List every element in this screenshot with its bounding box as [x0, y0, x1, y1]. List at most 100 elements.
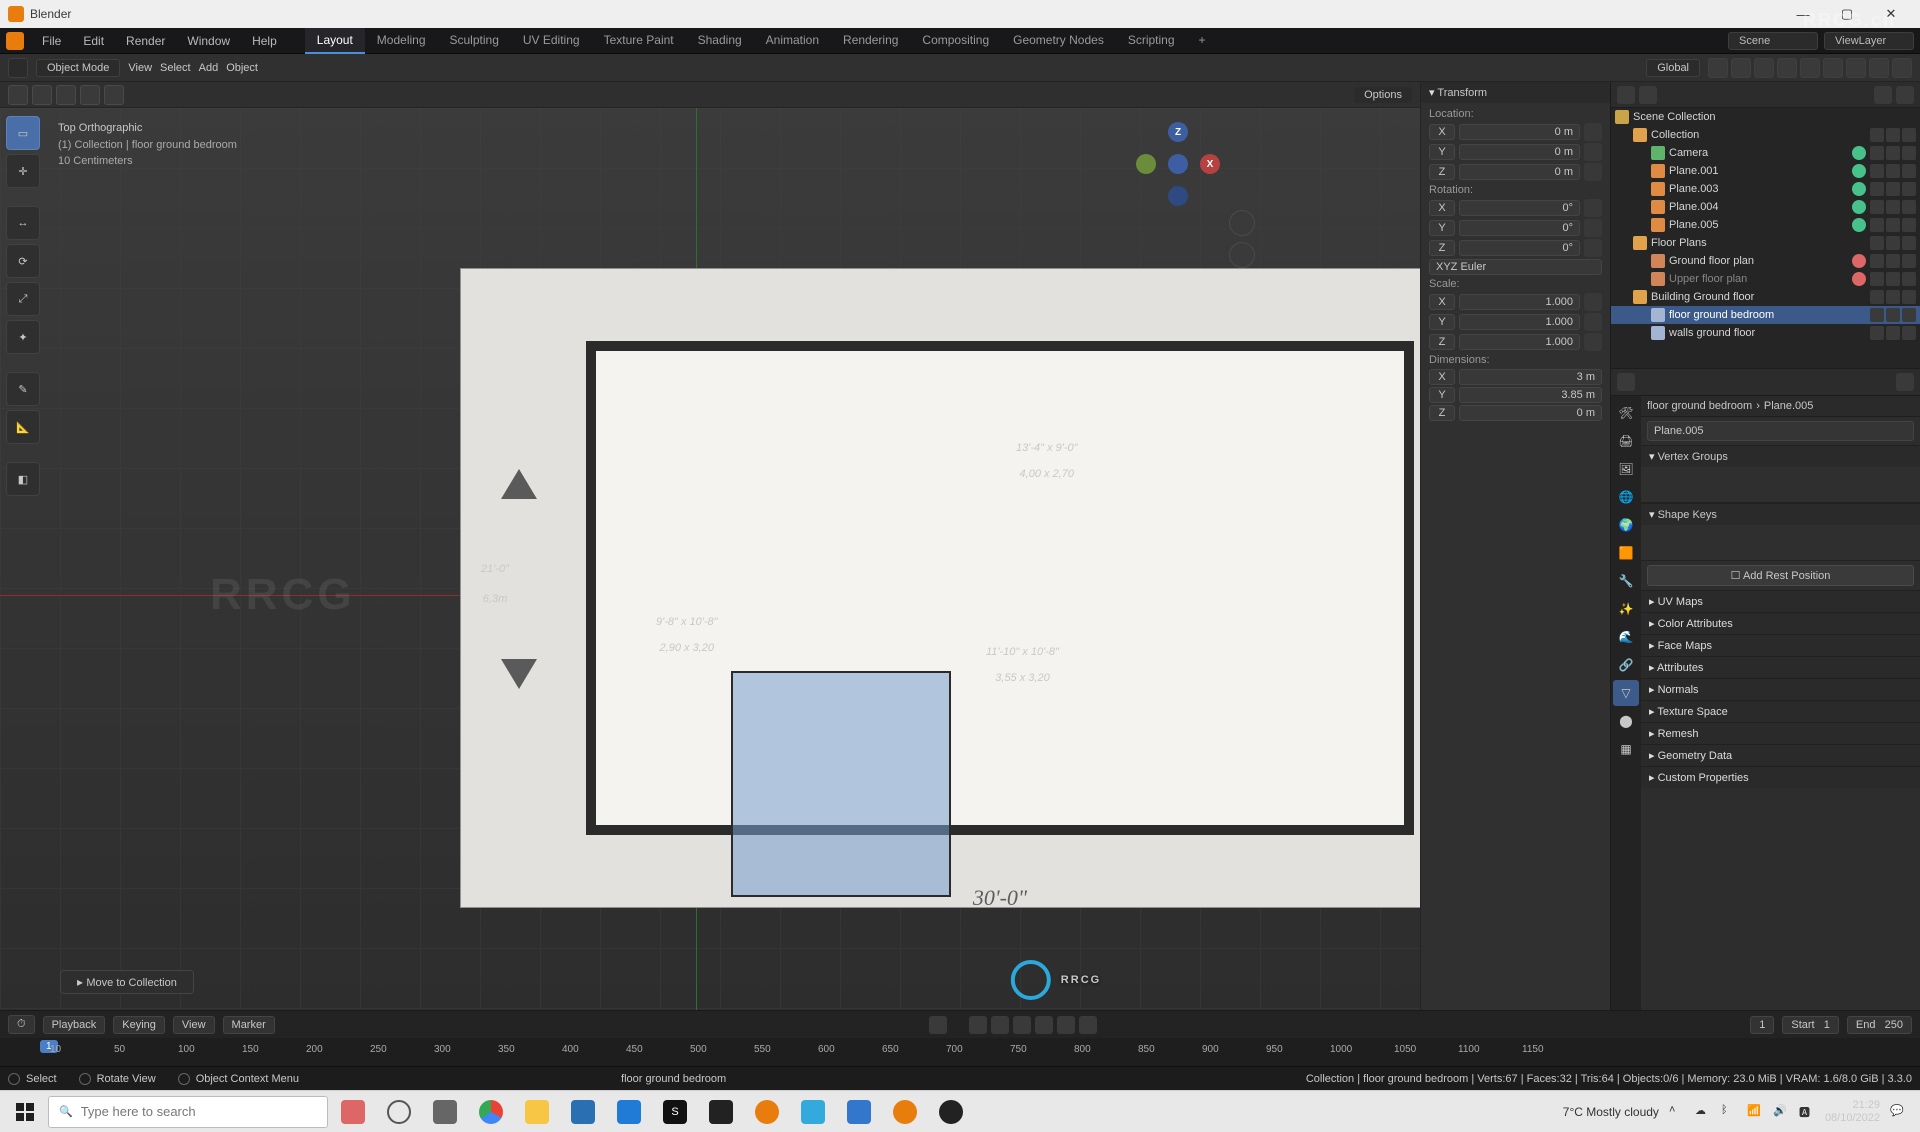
panel-vertex-groups-body[interactable] — [1641, 467, 1920, 503]
menu-edit[interactable]: Edit — [73, 31, 114, 51]
panel-shape-keys-body[interactable] — [1641, 525, 1920, 561]
workspace-uv[interactable]: UV Editing — [511, 28, 592, 54]
outliner-render-toggle[interactable] — [1902, 200, 1916, 214]
outliner-select-toggle[interactable] — [1886, 218, 1900, 232]
search-icon[interactable] — [1874, 86, 1892, 104]
menu-window[interactable]: Window — [177, 31, 240, 51]
autokey-icon[interactable] — [929, 1016, 947, 1034]
tool-scale[interactable]: ⤢ — [6, 282, 40, 316]
panel-geometry-data-header[interactable]: ▸ Geometry Data — [1641, 744, 1920, 766]
outliner-select-toggle[interactable] — [1886, 200, 1900, 214]
tab-scene-icon[interactable]: 🌐 — [1613, 484, 1639, 510]
tab-constraints-icon[interactable]: 🔗 — [1613, 652, 1639, 678]
outliner-eye-toggle[interactable] — [1870, 272, 1884, 286]
lock-icon[interactable] — [1584, 199, 1602, 217]
tool-select-box[interactable]: ▭ — [6, 116, 40, 150]
play-icon[interactable] — [1035, 1016, 1053, 1034]
lock-icon[interactable] — [1584, 143, 1602, 161]
gizmo-center[interactable] — [1168, 154, 1188, 174]
object-data-name-field[interactable]: Plane.005 — [1647, 421, 1914, 441]
panel-color-attributes-header[interactable]: ▸ Color Attributes — [1641, 612, 1920, 634]
tool-transform[interactable]: ✦ — [6, 320, 40, 354]
tool-add-cube[interactable]: ◧ — [6, 462, 40, 496]
outliner-scene-collection[interactable]: Scene Collection — [1611, 108, 1920, 126]
lock-icon[interactable] — [1584, 239, 1602, 257]
rot-y-field[interactable]: 0° — [1459, 220, 1580, 236]
tab-physics-icon[interactable]: 🌊 — [1613, 624, 1639, 650]
panel-shape-keys-header[interactable]: ▾ Shape Keys — [1641, 503, 1920, 525]
outliner-eye-toggle[interactable] — [1870, 146, 1884, 160]
shading-rendered-icon[interactable] — [1892, 58, 1912, 78]
rotation-mode-field[interactable]: XYZ Euler — [1429, 259, 1602, 275]
tray-sound-icon[interactable]: 🔊 — [1773, 1104, 1789, 1120]
dim-z-field[interactable]: 0 m — [1459, 405, 1602, 421]
outliner-item[interactable]: walls ground floor — [1611, 324, 1920, 342]
window-maximize-button[interactable]: ▢ — [1826, 2, 1868, 26]
outliner-eye-toggle[interactable] — [1870, 182, 1884, 196]
timeline-ruler[interactable]: 1 10501001502002503003504004505005506006… — [0, 1038, 1920, 1066]
lock-icon[interactable] — [1584, 293, 1602, 311]
tool-measure[interactable]: 📐 — [6, 410, 40, 444]
outliner-item[interactable]: Ground floor plan — [1611, 252, 1920, 270]
scl-x-field[interactable]: 1.000 — [1459, 294, 1580, 310]
outliner-eye-toggle[interactable] — [1870, 164, 1884, 178]
outliner-eye-toggle[interactable] — [1870, 326, 1884, 340]
taskbar-app-obs[interactable] — [930, 1095, 972, 1129]
step-back-icon[interactable] — [991, 1016, 1009, 1034]
viewport-canvas[interactable]: ▭ ✛ ↔ ⟳ ⤢ ✦ ✎ 📐 ◧ Top Orthographic (1) C… — [0, 108, 1420, 1010]
zoom-gizmo-icon[interactable] — [1229, 210, 1255, 236]
tray-clock[interactable]: 21:2908/10/2022 — [1825, 1099, 1880, 1123]
panel-attributes-header[interactable]: ▸ Attributes — [1641, 656, 1920, 678]
tab-meshdata-icon[interactable]: ▽ — [1613, 680, 1639, 706]
outliner-item[interactable]: Upper floor plan — [1611, 270, 1920, 288]
gizmo-y-neg-axis[interactable] — [1136, 154, 1156, 174]
rot-z-field[interactable]: 0° — [1459, 240, 1580, 256]
shading-matprev-icon[interactable] — [1869, 58, 1889, 78]
taskbar-app-taskview[interactable] — [424, 1095, 466, 1129]
select-mode-5-icon[interactable] — [104, 85, 124, 105]
outliner-item[interactable]: Collection — [1611, 126, 1920, 144]
menu-render[interactable]: Render — [116, 31, 175, 51]
outliner-eye-toggle[interactable] — [1870, 200, 1884, 214]
dim-x-field[interactable]: 3 m — [1459, 369, 1602, 385]
panel-texture-space-header[interactable]: ▸ Texture Space — [1641, 700, 1920, 722]
tray-chevron-up-icon[interactable]: ˄ — [1669, 1104, 1685, 1120]
workspace-texpaint[interactable]: Texture Paint — [592, 28, 686, 54]
outliner-select-toggle[interactable] — [1886, 146, 1900, 160]
scene-selector[interactable]: Scene — [1728, 32, 1818, 50]
tray-cloud-icon[interactable]: ☁ — [1695, 1104, 1711, 1120]
workspace-sculpting[interactable]: Sculpting — [438, 28, 511, 54]
outliner-item[interactable]: Plane.004 — [1611, 198, 1920, 216]
jump-end-icon[interactable] — [1079, 1016, 1097, 1034]
lock-icon[interactable] — [1584, 219, 1602, 237]
outliner-render-toggle[interactable] — [1902, 182, 1916, 196]
timeline-playback-menu[interactable]: Playback — [43, 1016, 106, 1034]
lock-icon[interactable] — [1584, 123, 1602, 141]
panel-normals-header[interactable]: ▸ Normals — [1641, 678, 1920, 700]
proportional-edit-icon[interactable] — [1731, 58, 1751, 78]
taskbar-search[interactable]: 🔍 Type here to search — [48, 1096, 328, 1128]
outliner[interactable]: Scene Collection CollectionCameraPlane.0… — [1611, 108, 1920, 368]
gizmo-toggle-icon[interactable] — [1754, 58, 1774, 78]
outliner-eye-toggle[interactable] — [1870, 236, 1884, 250]
tray-bluetooth-icon[interactable]: ᛒ — [1721, 1104, 1737, 1120]
tool-rotate[interactable]: ⟳ — [6, 244, 40, 278]
tray-wifi-icon[interactable]: 📶 — [1747, 1104, 1763, 1120]
timeline-keying-menu[interactable]: Keying — [113, 1016, 165, 1034]
lock-icon[interactable] — [1584, 313, 1602, 331]
tab-object-icon[interactable]: 🟧 — [1613, 540, 1639, 566]
tray-weather[interactable]: 7°C Mostly cloudy — [1563, 1105, 1659, 1119]
tab-render-icon[interactable]: 🛠 — [1613, 400, 1639, 426]
xray-toggle-icon[interactable] — [1800, 58, 1820, 78]
outliner-render-toggle[interactable] — [1902, 326, 1916, 340]
workspace-compositing[interactable]: Compositing — [910, 28, 1001, 54]
outliner-select-toggle[interactable] — [1886, 272, 1900, 286]
viewport-options-dropdown[interactable]: Options — [1354, 87, 1412, 103]
outliner-render-toggle[interactable] — [1902, 272, 1916, 286]
search-icon[interactable] — [1896, 373, 1914, 391]
outliner-item[interactable]: floor ground bedroom — [1611, 306, 1920, 324]
select-mode-icon[interactable] — [8, 85, 28, 105]
tool-move[interactable]: ↔ — [6, 206, 40, 240]
outliner-item[interactable]: Plane.003 — [1611, 180, 1920, 198]
outliner-render-toggle[interactable] — [1902, 146, 1916, 160]
